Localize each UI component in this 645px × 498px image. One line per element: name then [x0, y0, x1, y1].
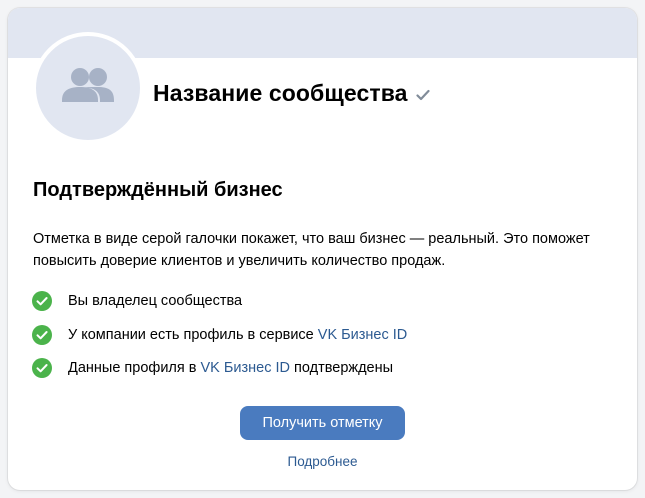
community-header: Название сообщества	[153, 80, 430, 107]
requirement-profile-verified: Данные профиля в VK Бизнес ID подтвержде…	[32, 357, 407, 379]
vk-business-id-link[interactable]: VK Бизнес ID	[318, 327, 408, 343]
community-avatar	[32, 32, 144, 144]
verified-business-card: Название сообщества Подтверждённый бизне…	[8, 8, 637, 490]
requirement-text: Данные профиля в	[68, 360, 201, 376]
section-title: Подтверждённый бизнес	[33, 179, 283, 201]
check-circle-icon	[32, 358, 52, 378]
section-description: Отметка в виде серой галочки покажет, чт…	[33, 231, 590, 269]
requirement-text: У компании есть профиль в сервисе	[68, 326, 318, 343]
requirements-list: Вы владелец сообщества У компании есть п…	[32, 290, 407, 391]
check-circle-icon	[32, 291, 52, 311]
vk-business-id-link[interactable]: VK Бизнес ID	[201, 360, 291, 376]
users-icon	[58, 66, 118, 111]
requirement-text-suffix: подтверждены	[290, 360, 394, 376]
requirement-business-profile: У компании есть профиль в сервисе VK Биз…	[32, 324, 407, 346]
check-icon	[415, 89, 430, 101]
requirement-owner: Вы владелец сообщества	[32, 290, 407, 312]
check-circle-icon	[32, 324, 52, 345]
get-mark-button[interactable]: Получить отметку	[240, 406, 405, 440]
community-name: Название сообщества	[153, 80, 408, 106]
learn-more-link[interactable]: Подробнее	[8, 454, 637, 469]
requirement-text: Вы владелец сообщества	[68, 293, 243, 309]
